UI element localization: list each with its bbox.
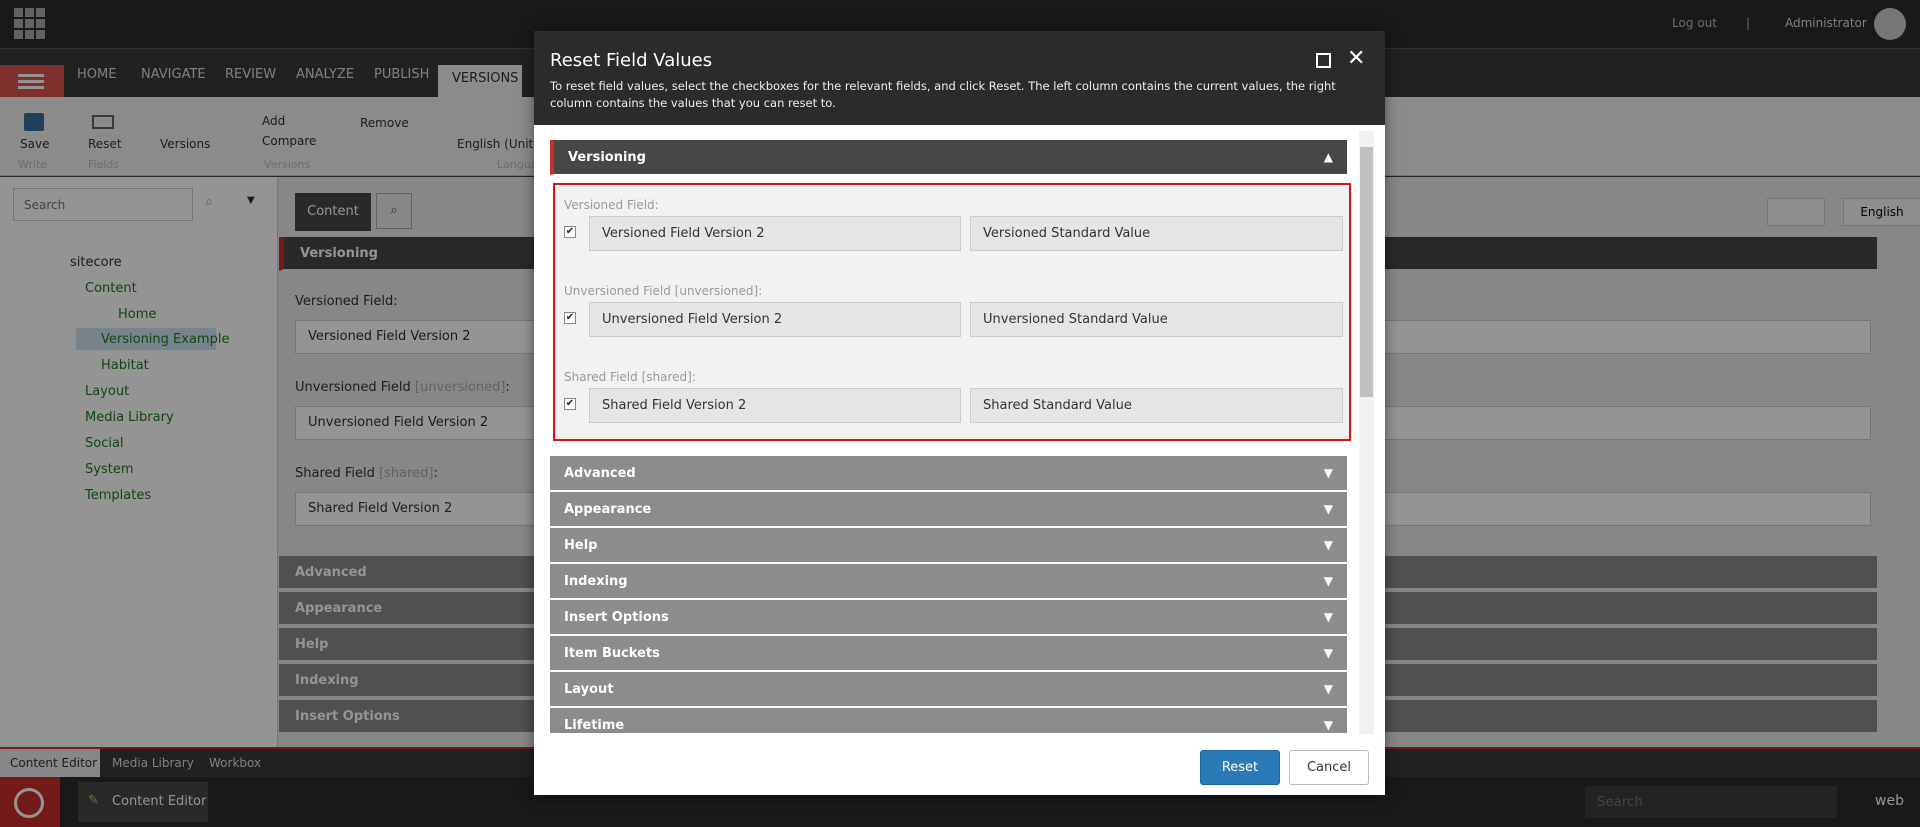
shared-current-value: Shared Field Version 2 (589, 388, 961, 423)
close-icon[interactable]: ✕ (1347, 46, 1365, 71)
chevron-down-icon: ▼ (1323, 646, 1333, 660)
dialog-section-appearance[interactable]: Appearance ▼ (550, 492, 1347, 527)
dialog-section-item-buckets-label: Item Buckets (564, 646, 660, 661)
fields-highlight-box: Versioned Field: ✔ Versioned Field Versi… (553, 183, 1351, 441)
maximize-icon[interactable] (1316, 53, 1331, 68)
unversioned-standard-value: Unversioned Standard Value (970, 302, 1343, 337)
dialog-section-advanced[interactable]: Advanced ▼ (550, 456, 1347, 491)
dialog-scrollbar[interactable] (1359, 131, 1374, 734)
dialog-versioned-label: Versioned Field: (564, 198, 659, 212)
dialog-title: Reset Field Values (550, 50, 713, 71)
dialog-section-versioning-label: Versioning (568, 150, 646, 165)
dialog-section-layout-label: Layout (564, 682, 614, 697)
chevron-down-icon: ▼ (1323, 466, 1333, 480)
dialog-section-help-label: Help (564, 538, 598, 553)
versioned-checkbox[interactable]: ✔ (564, 226, 576, 238)
dialog-section-advanced-label: Advanced (564, 466, 636, 481)
dialog-shared-label: Shared Field [shared]: (564, 370, 696, 384)
dialog-section-layout[interactable]: Layout ▼ (550, 672, 1347, 707)
dialog-section-insert-options-label: Insert Options (564, 610, 669, 625)
shared-standard-value: Shared Standard Value (970, 388, 1343, 423)
dialog-section-insert-options[interactable]: Insert Options ▼ (550, 600, 1347, 635)
chevron-down-icon: ▼ (1323, 610, 1333, 624)
dialog-section-help[interactable]: Help ▼ (550, 528, 1347, 563)
dialog-section-indexing-label: Indexing (564, 574, 628, 589)
unversioned-checkbox[interactable]: ✔ (564, 312, 576, 324)
dialog-section-item-buckets[interactable]: Item Buckets ▼ (550, 636, 1347, 671)
chevron-down-icon: ▼ (1323, 538, 1333, 552)
reset-button[interactable]: Reset (1200, 750, 1280, 785)
dialog-section-lifetime[interactable]: Lifetime ▼ (550, 708, 1347, 734)
versioned-current-value: Versioned Field Version 2 (589, 216, 961, 251)
chevron-down-icon: ▼ (1323, 502, 1333, 516)
unversioned-current-value: Unversioned Field Version 2 (589, 302, 961, 337)
dialog-unversioned-label: Unversioned Field [unversioned]: (564, 284, 763, 298)
dialog-section-lifetime-label: Lifetime (564, 718, 625, 733)
reset-field-values-dialog: Reset Field Values ✕ To reset field valu… (534, 31, 1385, 795)
chevron-down-icon: ▼ (1323, 718, 1333, 732)
dialog-section-appearance-label: Appearance (564, 502, 652, 517)
dialog-body: Versioning ▲ Versioned Field: ✔ Versioned… (534, 125, 1385, 770)
dialog-header: Reset Field Values ✕ To reset field valu… (534, 31, 1385, 125)
chevron-down-icon: ▼ (1323, 682, 1333, 696)
chevron-down-icon: ▼ (1323, 574, 1333, 588)
dialog-footer: Reset Cancel (534, 739, 1385, 795)
dialog-section-versioning[interactable]: Versioning ▲ (550, 140, 1347, 175)
chevron-up-icon: ▲ (1323, 150, 1333, 164)
versioned-standard-value: Versioned Standard Value (970, 216, 1343, 251)
cancel-button[interactable]: Cancel (1289, 750, 1369, 785)
shared-checkbox[interactable]: ✔ (564, 398, 576, 410)
dialog-section-indexing[interactable]: Indexing ▼ (550, 564, 1347, 599)
dialog-description: To reset field values, select the checkb… (550, 79, 1336, 110)
